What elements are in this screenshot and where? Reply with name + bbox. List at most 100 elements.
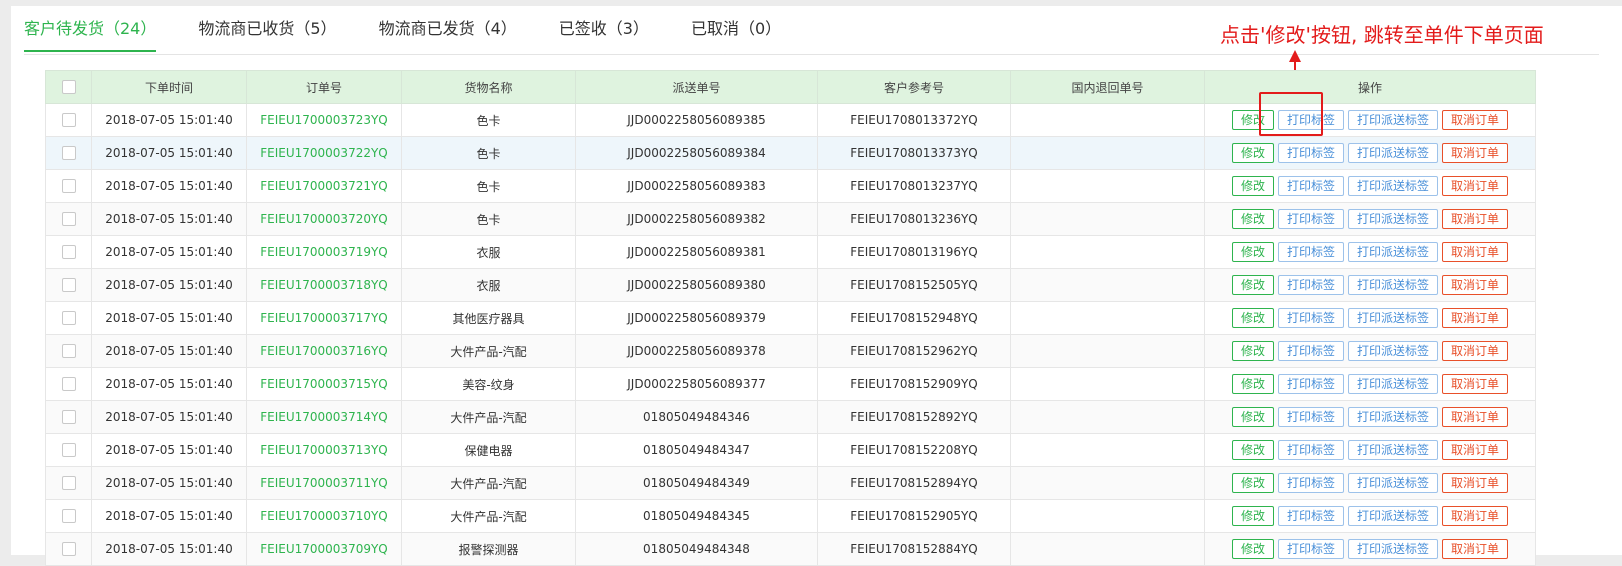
edit-button[interactable]: 修改 bbox=[1231, 242, 1274, 262]
cancel-order-button[interactable]: 取消订单 bbox=[1442, 440, 1509, 460]
edit-button[interactable]: 修改 bbox=[1231, 176, 1274, 196]
order-no-link[interactable]: FEIEU1700003714YQ bbox=[260, 410, 388, 424]
print-delivery-label-button[interactable]: 打印派送标签 bbox=[1348, 242, 1439, 262]
edit-button[interactable]: 修改 bbox=[1231, 209, 1274, 229]
tab-carrier-received[interactable]: 物流商已收货（5） bbox=[198, 18, 336, 50]
print-delivery-label-button[interactable]: 打印派送标签 bbox=[1348, 473, 1439, 493]
print-delivery-label-button[interactable]: 打印派送标签 bbox=[1348, 539, 1439, 559]
print-label-button[interactable]: 打印标签 bbox=[1277, 440, 1344, 460]
edit-button[interactable]: 修改 bbox=[1231, 275, 1274, 295]
row-checkbox[interactable] bbox=[61, 344, 76, 359]
order-no-link[interactable]: FEIEU1700003709YQ bbox=[260, 542, 388, 556]
row-select-cell[interactable] bbox=[45, 400, 92, 434]
print-delivery-label-button[interactable]: 打印派送标签 bbox=[1348, 110, 1439, 130]
print-label-button[interactable]: 打印标签 bbox=[1277, 143, 1344, 163]
row-checkbox[interactable] bbox=[61, 443, 76, 458]
print-label-button[interactable]: 打印标签 bbox=[1277, 506, 1344, 526]
row-select-cell[interactable] bbox=[45, 169, 92, 203]
row-checkbox[interactable] bbox=[61, 146, 76, 161]
row-checkbox[interactable] bbox=[61, 476, 76, 491]
header-select-all[interactable] bbox=[45, 70, 92, 104]
print-label-button[interactable]: 打印标签 bbox=[1277, 473, 1344, 493]
row-select-cell[interactable] bbox=[45, 367, 92, 401]
print-delivery-label-button[interactable]: 打印派送标签 bbox=[1348, 143, 1439, 163]
select-all-checkbox[interactable] bbox=[61, 80, 76, 95]
order-no-link[interactable]: FEIEU1700003721YQ bbox=[260, 179, 388, 193]
order-no-link[interactable]: FEIEU1700003710YQ bbox=[260, 509, 388, 523]
order-no-link[interactable]: FEIEU1700003723YQ bbox=[260, 113, 388, 127]
tab-pending-shipment[interactable]: 客户待发货（24） bbox=[24, 18, 157, 52]
row-checkbox[interactable] bbox=[61, 179, 76, 194]
print-delivery-label-button[interactable]: 打印派送标签 bbox=[1348, 374, 1439, 394]
cancel-order-button[interactable]: 取消订单 bbox=[1442, 506, 1509, 526]
row-select-cell[interactable] bbox=[45, 202, 92, 236]
row-select-cell[interactable] bbox=[45, 103, 92, 137]
print-delivery-label-button[interactable]: 打印派送标签 bbox=[1348, 407, 1439, 427]
order-no-link[interactable]: FEIEU1700003722YQ bbox=[260, 146, 388, 160]
print-label-button[interactable]: 打印标签 bbox=[1277, 539, 1344, 559]
print-delivery-label-button[interactable]: 打印派送标签 bbox=[1348, 308, 1439, 328]
print-delivery-label-button[interactable]: 打印派送标签 bbox=[1348, 275, 1439, 295]
row-checkbox[interactable] bbox=[61, 410, 76, 425]
cancel-order-button[interactable]: 取消订单 bbox=[1442, 539, 1509, 559]
print-label-button[interactable]: 打印标签 bbox=[1277, 176, 1344, 196]
row-checkbox[interactable] bbox=[61, 245, 76, 260]
cancel-order-button[interactable]: 取消订单 bbox=[1442, 407, 1509, 427]
row-checkbox[interactable] bbox=[61, 212, 76, 227]
row-checkbox[interactable] bbox=[61, 542, 76, 557]
row-select-cell[interactable] bbox=[45, 235, 92, 269]
edit-button[interactable]: 修改 bbox=[1231, 539, 1274, 559]
print-delivery-label-button[interactable]: 打印派送标签 bbox=[1348, 176, 1439, 196]
cancel-order-button[interactable]: 取消订单 bbox=[1442, 242, 1509, 262]
print-label-button[interactable]: 打印标签 bbox=[1277, 242, 1344, 262]
print-label-button[interactable]: 打印标签 bbox=[1277, 308, 1344, 328]
edit-button[interactable]: 修改 bbox=[1231, 308, 1274, 328]
row-select-cell[interactable] bbox=[45, 466, 92, 500]
cancel-order-button[interactable]: 取消订单 bbox=[1442, 176, 1509, 196]
tab-cancelled[interactable]: 已取消（0） bbox=[691, 18, 781, 50]
row-select-cell[interactable] bbox=[45, 499, 92, 533]
edit-button[interactable]: 修改 bbox=[1231, 341, 1274, 361]
edit-button[interactable]: 修改 bbox=[1231, 473, 1274, 493]
row-select-cell[interactable] bbox=[45, 532, 92, 566]
row-checkbox[interactable] bbox=[61, 311, 76, 326]
cancel-order-button[interactable]: 取消订单 bbox=[1442, 473, 1509, 493]
row-checkbox[interactable] bbox=[61, 113, 76, 128]
row-checkbox[interactable] bbox=[61, 509, 76, 524]
print-label-button[interactable]: 打印标签 bbox=[1277, 341, 1344, 361]
order-no-link[interactable]: FEIEU1700003719YQ bbox=[260, 245, 388, 259]
cancel-order-button[interactable]: 取消订单 bbox=[1442, 209, 1509, 229]
cancel-order-button[interactable]: 取消订单 bbox=[1442, 110, 1509, 130]
edit-button[interactable]: 修改 bbox=[1231, 143, 1274, 163]
row-checkbox[interactable] bbox=[61, 278, 76, 293]
row-select-cell[interactable] bbox=[45, 334, 92, 368]
order-no-link[interactable]: FEIEU1700003720YQ bbox=[260, 212, 388, 226]
tab-carrier-shipped[interactable]: 物流商已发货（4） bbox=[379, 18, 517, 50]
order-no-link[interactable]: FEIEU1700003713YQ bbox=[260, 443, 388, 457]
cancel-order-button[interactable]: 取消订单 bbox=[1442, 143, 1509, 163]
order-no-link[interactable]: FEIEU1700003718YQ bbox=[260, 278, 388, 292]
tab-signed[interactable]: 已签收（3） bbox=[559, 18, 649, 50]
cancel-order-button[interactable]: 取消订单 bbox=[1442, 374, 1509, 394]
row-select-cell[interactable] bbox=[45, 433, 92, 467]
print-delivery-label-button[interactable]: 打印派送标签 bbox=[1348, 506, 1439, 526]
print-label-button[interactable]: 打印标签 bbox=[1277, 275, 1344, 295]
cancel-order-button[interactable]: 取消订单 bbox=[1442, 308, 1509, 328]
row-select-cell[interactable] bbox=[45, 301, 92, 335]
edit-button[interactable]: 修改 bbox=[1231, 374, 1274, 394]
cancel-order-button[interactable]: 取消订单 bbox=[1442, 341, 1509, 361]
order-no-link[interactable]: FEIEU1700003717YQ bbox=[260, 311, 388, 325]
order-no-link[interactable]: FEIEU1700003716YQ bbox=[260, 344, 388, 358]
print-delivery-label-button[interactable]: 打印派送标签 bbox=[1348, 341, 1439, 361]
row-checkbox[interactable] bbox=[61, 377, 76, 392]
print-delivery-label-button[interactable]: 打印派送标签 bbox=[1348, 209, 1439, 229]
print-label-button[interactable]: 打印标签 bbox=[1277, 209, 1344, 229]
print-label-button[interactable]: 打印标签 bbox=[1277, 407, 1344, 427]
edit-button[interactable]: 修改 bbox=[1231, 506, 1274, 526]
order-no-link[interactable]: FEIEU1700003711YQ bbox=[260, 476, 388, 490]
edit-button[interactable]: 修改 bbox=[1231, 407, 1274, 427]
print-label-button[interactable]: 打印标签 bbox=[1277, 374, 1344, 394]
cancel-order-button[interactable]: 取消订单 bbox=[1442, 275, 1509, 295]
order-no-link[interactable]: FEIEU1700003715YQ bbox=[260, 377, 388, 391]
print-delivery-label-button[interactable]: 打印派送标签 bbox=[1348, 440, 1439, 460]
